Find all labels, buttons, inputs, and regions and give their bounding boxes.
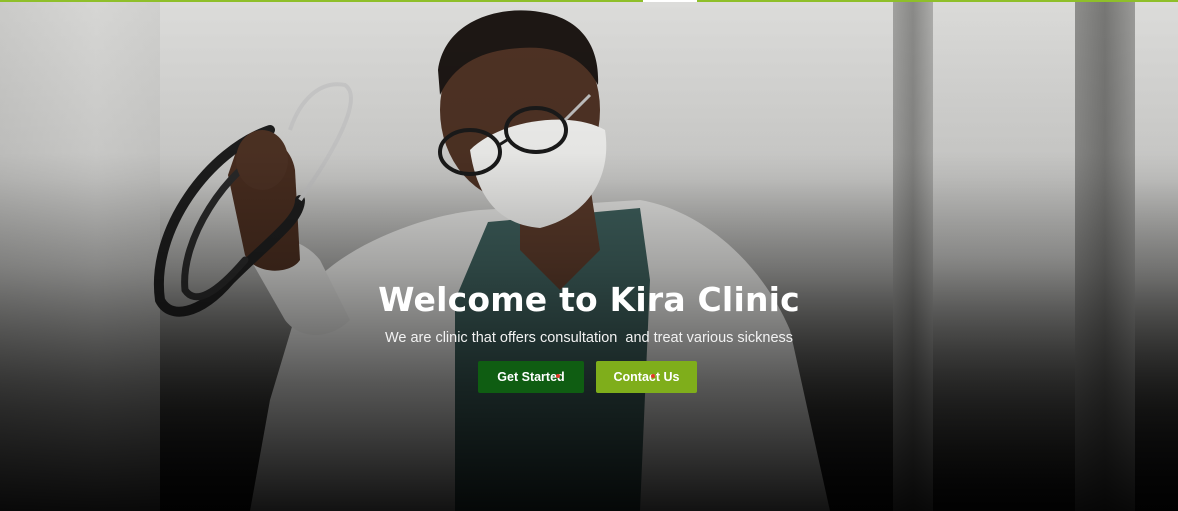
- cursor-marker: [651, 374, 655, 378]
- hero-title: Welcome to Kira Clinic: [378, 280, 800, 319]
- hero-content: Welcome to Kira Clinic We are clinic tha…: [0, 276, 1178, 348]
- cursor-marker: [556, 374, 560, 378]
- hero-section: Welcome to Kira Clinic We are clinic tha…: [0, 0, 1178, 511]
- contact-us-button[interactable]: Contact Us: [596, 361, 697, 393]
- top-accent-border: [0, 0, 1178, 2]
- hero-subtitle: We are clinic that offers consultation a…: [384, 330, 794, 346]
- top-accent-notch: [643, 0, 697, 2]
- get-started-button[interactable]: Get Started: [478, 361, 584, 393]
- dark-gradient-overlay: [0, 0, 1178, 511]
